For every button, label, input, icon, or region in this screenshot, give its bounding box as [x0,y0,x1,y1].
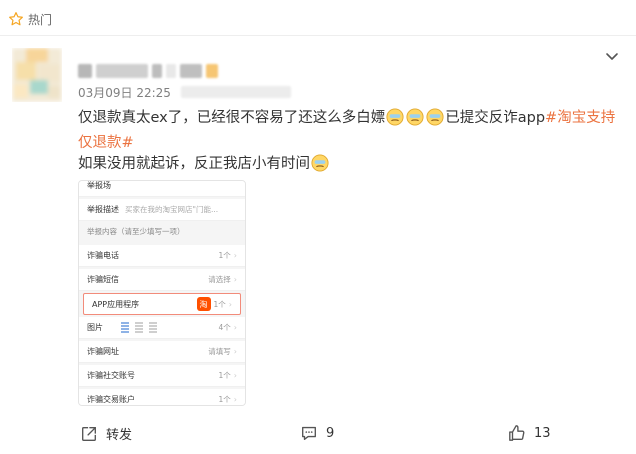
shot-row-value: 1个 [218,371,231,380]
image-thumbnail [149,321,157,334]
comment-count: 9 [326,425,335,441]
like-count: 13 [534,425,551,441]
emoji-icon [406,108,424,126]
post-image[interactable]: 举报场 举报描述 买家在我的淘宝网店"门能... 举报内容（请至少填写一项） 诈… [78,180,246,406]
emoji-icon [311,154,329,172]
shot-row: 诈骗社交账号 1个 › [79,365,245,387]
shot-row-key: 诈骗社交账号 [87,371,135,380]
shot-row: 诈骗短信 请选择 › [79,269,245,291]
shot-row: 诈骗网址 请填写 › [79,341,245,363]
header-divider [0,35,636,36]
shot-row-top: 举报场 [79,181,245,197]
shot-row-top-label: 举报场 [87,181,111,190]
shot-row-desc: 举报描述 买家在我的淘宝网店"门能... [79,199,245,221]
image-thumbnail [121,321,129,334]
thumbs-up-icon [509,425,525,441]
share-icon [82,426,96,441]
taobao-app-icon: 淘 [196,297,211,311]
avatar[interactable] [12,48,62,102]
share-label: 转发 [106,428,133,443]
post-text-line1b: 已提交反诈app [445,110,546,126]
chevron-down-icon[interactable] [604,48,620,64]
shot-row-key: 图片 [87,323,103,332]
shot-row-key: 诈骗交易账户 [87,395,135,404]
shot-section-label: 举报内容（请至少填写一项） [87,227,185,236]
post-meta: 03月09日 22:25 [78,84,291,100]
image-thumbnail [135,321,143,334]
shot-row: 诈骗电话 1个 › [79,245,245,267]
shot-row-key: 诈骗短信 [87,275,119,284]
shot-row-value: 买家在我的淘宝网店"门能... [125,205,219,214]
emoji-icon [386,108,404,126]
shot-row-value: 1个 [213,299,226,309]
shot-row-value: 4个 [218,323,231,332]
post-text-line1: 仅退款真太ex了，已经很不容易了还这么多白嫖 [78,110,386,126]
shot-row-key: 举报描述 [87,205,119,214]
comment-button[interactable]: 9 [300,424,334,442]
shot-row-key: APP应用程序 [92,299,140,309]
star-icon [9,12,23,26]
shot-row-app-highlighted: APP应用程序 淘 1个 › [83,293,241,315]
hot-header: 热门 [8,8,52,30]
like-button[interactable]: 13 [508,424,551,442]
comment-icon [302,426,316,440]
post-text-line2-text: 如果没用就起诉，反正我店小有时间 [78,156,310,172]
emoji-icon [426,108,444,126]
shot-row-key: 诈骗网址 [87,347,119,356]
post-actions: 转发 9 13 [0,420,636,448]
shot-row-images: 图片 4个 › [79,317,245,339]
username-blurred[interactable] [78,64,218,78]
shot-row-value: 请选择 [208,275,231,284]
shot-row-value: 1个 [218,251,231,260]
shot-row-key: 诈骗电话 [87,251,119,260]
share-button[interactable]: 转发 [80,424,132,443]
hot-label: 热门 [28,12,53,27]
post-text-line2: 如果没用就起诉，反正我店小有时间 [78,152,330,177]
shot-row: 诈骗交易账户 1个 › [79,389,245,405]
shot-row-value: 请填写 [208,347,231,356]
post-text: 仅退款真太ex了，已经很不容易了还这么多白嫖 已提交反诈app#淘宝支持仅退款# [78,106,618,156]
post-timestamp[interactable]: 03月09日 22:25 [78,84,171,101]
shot-row-value: 1个 [218,395,231,404]
source-blurred [180,86,291,98]
